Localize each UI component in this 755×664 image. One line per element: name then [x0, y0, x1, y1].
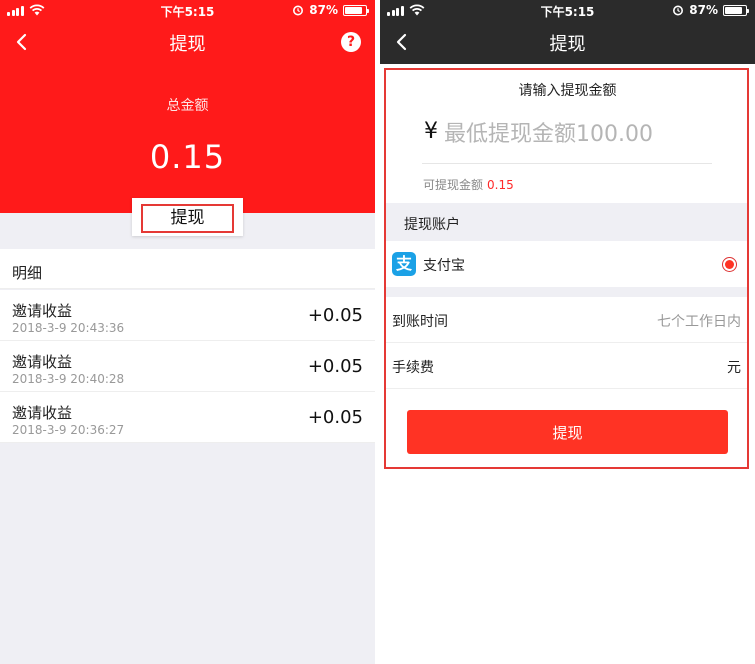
balance-header: 下午5:15 87% 提现 ? 总金额 0.15 [0, 0, 375, 213]
nav-bar: 提现 [380, 20, 755, 64]
withdraw-button[interactable]: 提现 [141, 204, 234, 233]
list-item[interactable]: 邀请收益 2018-3-9 20:40:28 +0.05 [0, 341, 375, 392]
page-title: 提现 [549, 34, 586, 55]
record-amount: +0.05 [307, 407, 363, 428]
record-amount: +0.05 [307, 356, 363, 377]
total-amount-label: 总金额 [166, 98, 209, 114]
record-title: 邀请收益 [12, 302, 73, 320]
status-bar: 下午5:15 87% [0, 0, 375, 20]
page-title: 提现 [169, 34, 206, 55]
withdraw-form-screen: 下午5:15 87% 提现 请输入提现金额 ¥ 可提现金额0.15 提现账户 [380, 0, 755, 664]
nav-bar: 提现 ? [0, 20, 375, 64]
record-time: 2018-3-9 20:36:27 [12, 423, 125, 437]
list-item[interactable]: 邀请收益 2018-3-9 20:43:36 +0.05 [0, 290, 375, 341]
battery-percent: 87% [309, 3, 338, 17]
battery-icon [723, 4, 749, 16]
record-title: 邀请收益 [12, 404, 73, 422]
withdraw-button-card: 提现 [132, 198, 243, 236]
alarm-icon [293, 5, 304, 16]
question-icon[interactable]: ? [341, 32, 361, 52]
dark-header: 下午5:15 87% 提现 [380, 0, 755, 64]
record-amount: +0.05 [307, 305, 363, 326]
alarm-icon [673, 5, 684, 16]
total-amount-value: 0.15 [149, 138, 226, 176]
withdraw-overview-screen: 下午5:15 87% 提现 ? 总金额 0.15 提现 明细 邀请收益 2018… [0, 0, 375, 664]
battery-icon [343, 4, 369, 16]
record-title: 邀请收益 [12, 353, 73, 371]
record-time: 2018-3-9 20:43:36 [12, 321, 125, 335]
withdraw-form: 请输入提现金额 ¥ 可提现金额0.15 提现账户 支 支付宝 到账时间 七个工作… [380, 64, 755, 664]
status-bar: 下午5:15 87% [380, 0, 755, 20]
list-item[interactable]: 邀请收益 2018-3-9 20:36:27 +0.05 [0, 392, 375, 443]
record-time: 2018-3-9 20:40:28 [12, 372, 125, 386]
highlight-frame [384, 68, 749, 469]
detail-section-title: 明细 [0, 249, 375, 289]
battery-percent: 87% [689, 3, 718, 17]
record-list: 邀请收益 2018-3-9 20:43:36 +0.05 邀请收益 2018-3… [0, 290, 375, 443]
